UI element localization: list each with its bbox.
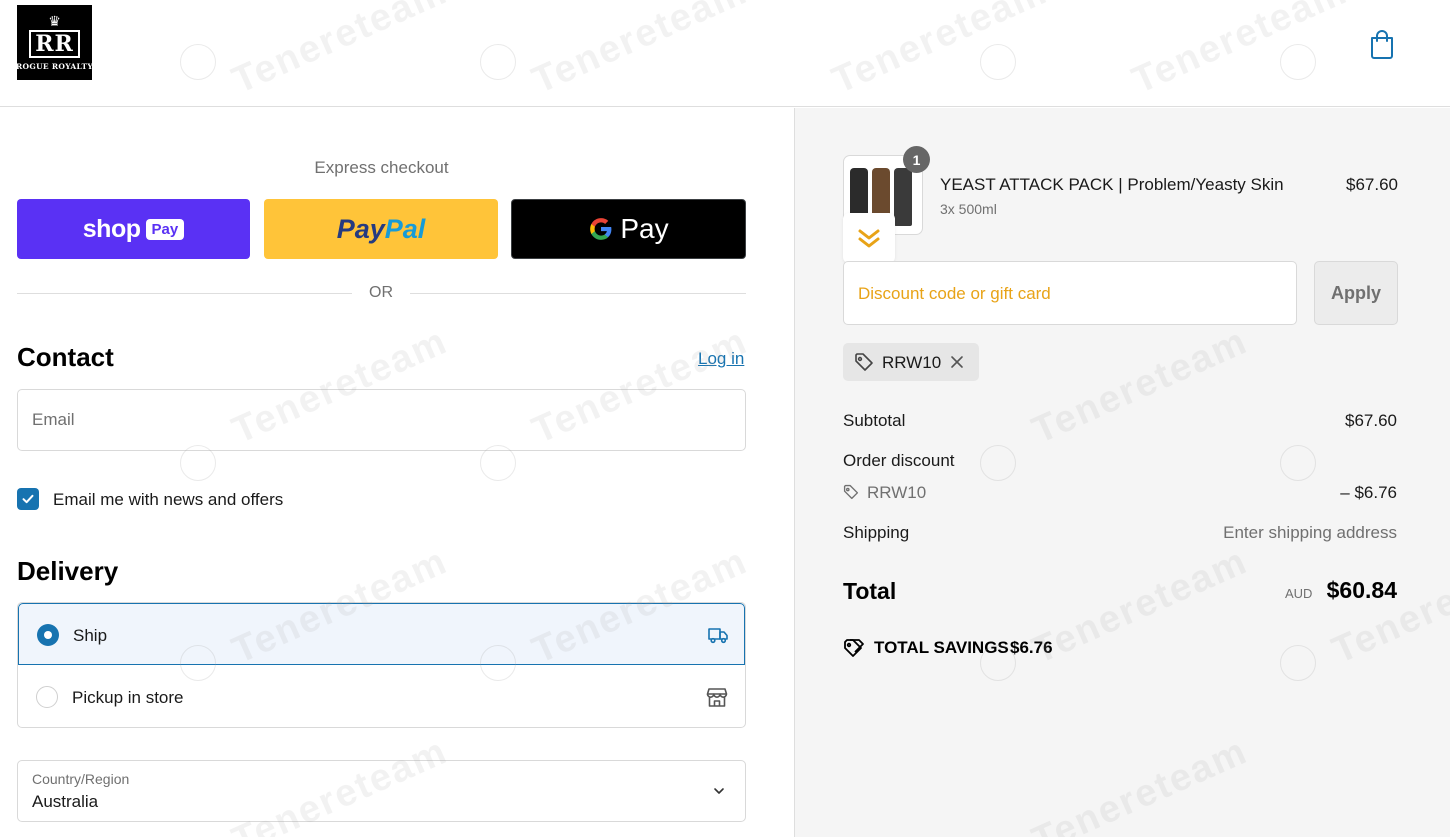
or-separator: OR bbox=[369, 284, 393, 301]
collapse-tab[interactable] bbox=[843, 213, 895, 263]
brand-logo[interactable]: ♛ RR ROGUE ROYALTY bbox=[16, 5, 93, 80]
delivery-method-group: Ship Pickup in store bbox=[17, 602, 746, 728]
ship-label: Ship bbox=[73, 626, 108, 645]
double-chevron-down-icon bbox=[858, 229, 880, 248]
total-value: $60.84 bbox=[1326, 577, 1397, 603]
email-field[interactable]: Email bbox=[17, 389, 746, 451]
total-currency: AUD bbox=[1285, 586, 1313, 601]
login-link[interactable]: Log in bbox=[698, 349, 744, 369]
total-savings-label: TOTAL SAVINGS bbox=[874, 638, 1009, 657]
pickup-label: Pickup in store bbox=[72, 688, 184, 707]
applied-code: RRW10 bbox=[882, 353, 942, 372]
discount-code-input[interactable]: Discount code or gift card bbox=[843, 261, 1297, 325]
paypal-button[interactable]: Pay Pal bbox=[264, 199, 498, 259]
apply-discount-button[interactable]: Apply bbox=[1314, 261, 1398, 325]
delivery-option-pickup[interactable]: Pickup in store bbox=[18, 666, 745, 727]
applied-discount-chip: RRW10 bbox=[843, 343, 979, 381]
pickup-radio[interactable] bbox=[36, 686, 58, 708]
checkmark-icon bbox=[22, 494, 34, 504]
order-discount-value: – $6.76 bbox=[1340, 483, 1397, 502]
header: ♛ RR ROGUE ROYALTY bbox=[0, 0, 1450, 107]
crown-icon: ♛ bbox=[48, 13, 61, 29]
logo-text: ROGUE ROYALTY bbox=[16, 62, 93, 71]
order-discount-label: Order discount bbox=[843, 451, 955, 470]
store-icon bbox=[706, 688, 728, 707]
newsletter-checkbox[interactable] bbox=[17, 488, 39, 510]
close-icon[interactable] bbox=[949, 354, 965, 370]
savings-tag-icon bbox=[844, 639, 864, 657]
shopping-bag-icon[interactable] bbox=[1368, 28, 1396, 60]
email-placeholder: Email bbox=[32, 410, 75, 429]
subtotal-value: $67.60 bbox=[1345, 411, 1397, 430]
delivery-heading: Delivery bbox=[17, 556, 119, 586]
tag-icon bbox=[843, 484, 859, 500]
total-savings-value: $6.76 bbox=[1010, 638, 1053, 657]
divider-left bbox=[17, 293, 352, 294]
tag-icon bbox=[855, 353, 873, 371]
google-g-icon bbox=[590, 218, 612, 240]
subtotal-label: Subtotal bbox=[843, 411, 906, 430]
ship-radio[interactable] bbox=[37, 624, 59, 646]
product-variant: 3x 500ml bbox=[940, 201, 997, 217]
shipping-label: Shipping bbox=[843, 523, 910, 542]
truck-icon bbox=[708, 628, 728, 644]
shop-pay-button[interactable]: shop Pay bbox=[17, 199, 250, 259]
express-checkout-label: Express checkout bbox=[314, 158, 449, 177]
newsletter-label[interactable]: Email me with news and offers bbox=[53, 490, 283, 510]
paypal-word-pal: Pal bbox=[384, 213, 426, 244]
total-label: Total bbox=[843, 578, 897, 604]
divider-right bbox=[410, 293, 746, 294]
delivery-option-ship[interactable]: Ship bbox=[18, 603, 745, 665]
country-value: Australia bbox=[32, 792, 99, 811]
order-summary: 1 YEAST ATTACK PACK | Problem/Yeasty Ski… bbox=[794, 108, 1450, 837]
shop-pay-badge: Pay bbox=[145, 218, 185, 240]
chevron-down-icon bbox=[714, 788, 724, 794]
google-pay-button[interactable]: Pay bbox=[511, 199, 746, 259]
quantity-badge: 1 bbox=[903, 146, 930, 173]
shop-pay-word: shop bbox=[82, 214, 141, 243]
logo-monogram: RR bbox=[29, 30, 80, 58]
product-name: YEAST ATTACK PACK | Problem/Yeasty Skin bbox=[940, 175, 1284, 194]
contact-heading: Contact bbox=[17, 342, 114, 372]
shipping-value: Enter shipping address bbox=[1223, 523, 1397, 542]
google-pay-word: Pay bbox=[620, 213, 669, 244]
product-price: $67.60 bbox=[1346, 175, 1398, 194]
order-discount-code: RRW10 bbox=[867, 483, 927, 502]
paypal-word-pay: Pay bbox=[336, 213, 385, 244]
country-select[interactable]: Country/Region Australia bbox=[17, 760, 746, 822]
checkout-form: Express checkout shop Pay Pay Pal Pay OR … bbox=[0, 108, 793, 837]
discount-placeholder: Discount code or gift card bbox=[858, 284, 1051, 303]
country-label: Country/Region bbox=[32, 771, 130, 787]
bottle-image bbox=[894, 168, 912, 226]
